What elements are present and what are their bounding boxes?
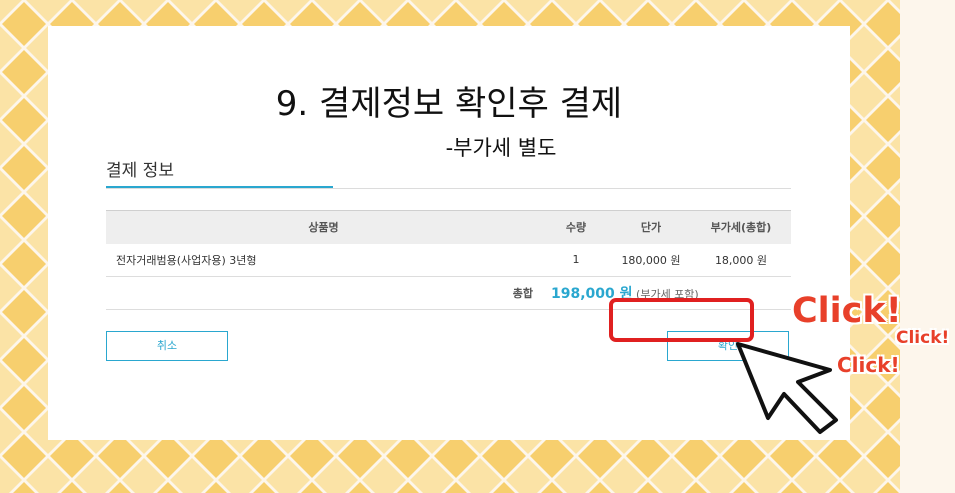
confirm-highlight-box [609,298,754,342]
section-divider [106,188,791,189]
section-divider-accent [106,186,333,188]
header-product: 상품명 [106,210,541,244]
row-vat: 18,000 원 [691,243,791,277]
click-annotation-large: Click! [792,291,902,331]
header-quantity: 수량 [541,210,611,244]
content-panel: 9. 결제정보 확인후 결제 -부가세 별도 결제 정보 상품명 수량 단가 부… [48,26,850,440]
total-label: 총합 [106,276,541,310]
section-title: 결제 정보 [106,161,174,181]
header-unit-price: 단가 [611,210,691,244]
mouse-pointer-icon [736,342,838,434]
click-annotation-small: Click! [896,328,950,348]
table-header-row: 상품명 수량 단가 부가세(총합) [106,210,791,244]
page-heading: 9. 결제정보 확인후 결제 [275,84,623,124]
row-unit-price: 180,000 원 [611,243,691,277]
table-row: 전자거래범용(사업자용) 3년형 1 180,000 원 18,000 원 [106,243,791,277]
header-vat: 부가세(총합) [691,210,791,244]
row-quantity: 1 [541,243,611,277]
click-annotation-medium: Click! [837,353,900,377]
order-table: 상품명 수량 단가 부가세(총합) 전자거래범용(사업자용) 3년형 1 180… [106,210,791,310]
row-product: 전자거래범용(사업자용) 3년형 [106,243,541,277]
cancel-button[interactable]: 취소 [106,331,228,361]
